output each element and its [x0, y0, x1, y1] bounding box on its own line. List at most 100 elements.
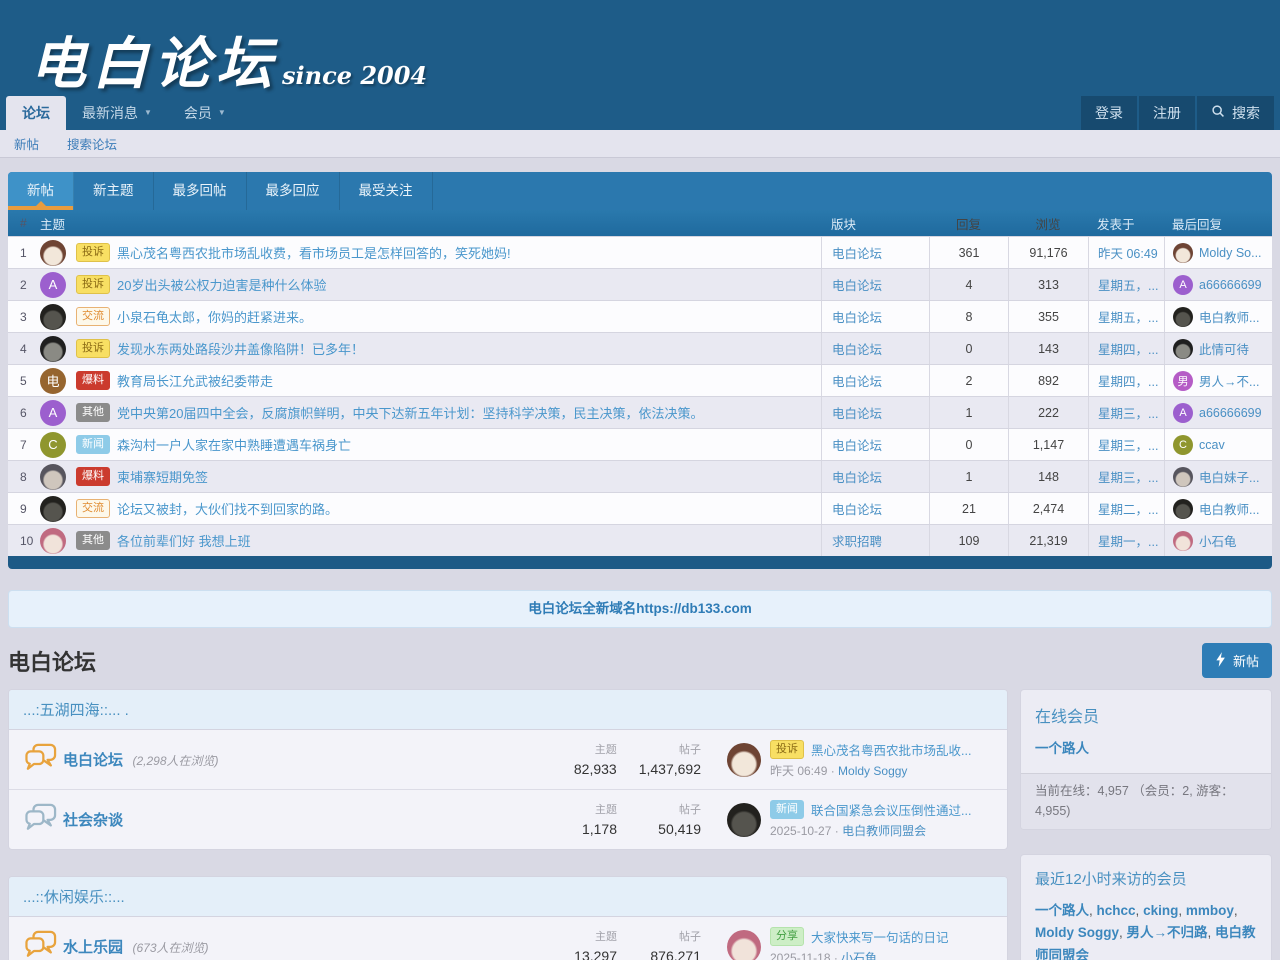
thread-title-link[interactable]: 论坛又被封，大伙们找不到回家的路。	[117, 499, 338, 518]
forum-last-post-title[interactable]: 大家快来写一句话的日记	[811, 927, 949, 946]
main-nav-item[interactable]: 会员▼	[168, 96, 242, 130]
forum-name-link[interactable]: 电白论坛	[63, 752, 123, 769]
thread-author-avatar[interactable]	[40, 464, 66, 490]
thread-forum-link[interactable]: 电白论坛	[832, 339, 882, 358]
last-reply-avatar[interactable]	[1173, 499, 1193, 519]
forum-name-link[interactable]: 水上乐园	[63, 939, 123, 956]
thread-tag[interactable]: 投诉	[76, 275, 110, 294]
last-reply-user-link[interactable]: ccav	[1199, 438, 1225, 452]
threads-tab[interactable]: 新主题	[74, 172, 154, 210]
thread-tag[interactable]: 其他	[76, 531, 110, 550]
thread-tag[interactable]: 爆料	[76, 467, 110, 486]
thread-forum-link[interactable]: 电白论坛	[832, 243, 882, 262]
thread-forum-link[interactable]: 求职招聘	[832, 531, 882, 550]
thread-author-avatar[interactable]	[40, 336, 66, 362]
threads-tab[interactable]: 最多回帖	[154, 172, 247, 210]
thread-title-link[interactable]: 20岁出头被公权力迫害是种什么体验	[117, 275, 326, 294]
forum-last-post-user[interactable]: 电白教师同盟会	[842, 824, 926, 838]
last-reply-user-link[interactable]: 小石龟	[1199, 531, 1237, 550]
threads-tab[interactable]: 最多回应	[247, 172, 340, 210]
site-logo[interactable]: 电白论坛	[30, 36, 278, 92]
last-reply-avatar[interactable]	[1173, 307, 1193, 327]
thread-tag[interactable]: 爆料	[76, 371, 110, 390]
forum-last-post-tag[interactable]: 分享	[770, 927, 804, 946]
member-link[interactable]: 男人→不归路	[1127, 925, 1208, 940]
main-nav-item[interactable]: 论坛	[6, 96, 66, 130]
thread-forum-link[interactable]: 电白论坛	[832, 275, 882, 294]
thread-title-link[interactable]: 党中央第20届四中全会，反腐旗帜鲜明，中央下达新五年计划：坚持科学决策，民主决策…	[117, 403, 703, 422]
member-link[interactable]: 一个路人	[1035, 903, 1089, 918]
last-reply-avatar[interactable]	[1173, 467, 1193, 487]
last-reply-user-link[interactable]: 男人→不...	[1199, 371, 1259, 390]
forum-last-post-tag[interactable]: 新闻	[770, 800, 804, 819]
member-link[interactable]: cking	[1143, 903, 1178, 918]
thread-forum-link[interactable]: 电白论坛	[832, 371, 882, 390]
last-reply-avatar[interactable]: C	[1173, 435, 1193, 455]
last-reply-avatar[interactable]	[1173, 243, 1193, 263]
thread-posted-link[interactable]: 星期二，...	[1098, 499, 1158, 518]
auth-button[interactable]: 登录	[1081, 96, 1137, 130]
thread-posted-link[interactable]: 星期四，...	[1098, 339, 1158, 358]
forum-last-post-tag[interactable]: 投诉	[770, 740, 804, 759]
member-link[interactable]: Moldy Soggy	[1035, 925, 1119, 940]
thread-title-link[interactable]: 小泉石龟太郎，你妈的赶紧进来。	[117, 307, 312, 326]
last-reply-user-link[interactable]: 电白教师...	[1199, 307, 1259, 326]
forum-last-post-title[interactable]: 黑心茂名粤西农批市场乱收...	[811, 740, 971, 759]
last-reply-avatar[interactable]: A	[1173, 275, 1193, 295]
thread-tag[interactable]: 交流	[76, 307, 110, 326]
subnav-link[interactable]: 搜索论坛	[67, 134, 117, 153]
new-post-button[interactable]: 新帖	[1202, 643, 1272, 678]
thread-author-avatar[interactable]: A	[40, 272, 66, 298]
last-reply-user-link[interactable]: a66666699	[1199, 406, 1262, 420]
last-reply-avatar[interactable]: A	[1173, 403, 1193, 423]
thread-forum-link[interactable]: 电白论坛	[832, 435, 882, 454]
thread-tag[interactable]: 投诉	[76, 339, 110, 358]
member-link[interactable]: 一个路人	[1035, 741, 1089, 756]
thread-posted-link[interactable]: 星期三，...	[1098, 403, 1158, 422]
thread-author-avatar[interactable]	[40, 240, 66, 266]
forum-last-post-title[interactable]: 联合国紧急会议压倒性通过...	[811, 800, 971, 819]
thread-forum-link[interactable]: 电白论坛	[832, 499, 882, 518]
thread-forum-link[interactable]: 电白论坛	[832, 307, 882, 326]
thread-title-link[interactable]: 黑心茂名粤西农批市场乱收费，看市场员工是怎样回答的，笑死她妈!	[117, 243, 511, 262]
auth-button[interactable]: 注册	[1139, 96, 1195, 130]
forum-last-post-avatar[interactable]	[727, 743, 761, 777]
search-button[interactable]: 搜索	[1197, 96, 1274, 130]
thread-author-avatar[interactable]	[40, 304, 66, 330]
thread-posted-link[interactable]: 星期四，...	[1098, 371, 1158, 390]
forum-last-post-avatar[interactable]	[727, 803, 761, 837]
thread-author-avatar[interactable]: C	[40, 432, 66, 458]
thread-posted-link[interactable]: 星期一，...	[1098, 531, 1158, 550]
thread-author-avatar[interactable]: A	[40, 400, 66, 426]
thread-tag[interactable]: 交流	[76, 499, 110, 518]
last-reply-avatar[interactable]: 男	[1173, 371, 1193, 391]
thread-title-link[interactable]: 教育局长江允武被纪委带走	[117, 371, 273, 390]
main-nav-item[interactable]: 最新消息▼	[66, 96, 168, 130]
member-link[interactable]: mmboy	[1186, 903, 1234, 918]
threads-tab[interactable]: 新帖	[8, 172, 74, 210]
thread-author-avatar[interactable]	[40, 528, 66, 554]
thread-posted-link[interactable]: 星期三，...	[1098, 435, 1158, 454]
last-reply-user-link[interactable]: 电白教师...	[1199, 499, 1259, 518]
member-link[interactable]: hchcc	[1097, 903, 1136, 918]
forum-last-post-avatar[interactable]	[727, 930, 761, 960]
threads-tab[interactable]: 最受关注	[340, 172, 433, 210]
forum-name-link[interactable]: 社会杂谈	[63, 812, 123, 829]
last-reply-user-link[interactable]: 电白妹子...	[1199, 467, 1259, 486]
forum-last-post-user[interactable]: 小石龟	[841, 951, 877, 960]
domain-banner-link[interactable]: 电白论坛全新域名https://db133.com	[528, 601, 752, 616]
last-reply-avatar[interactable]	[1173, 339, 1193, 359]
thread-tag[interactable]: 投诉	[76, 243, 110, 262]
forum-last-post-user[interactable]: Moldy Soggy	[838, 764, 907, 778]
thread-title-link[interactable]: 各位前辈们好 我想上班	[117, 531, 251, 550]
last-reply-avatar[interactable]	[1173, 531, 1193, 551]
last-reply-user-link[interactable]: Moldy So...	[1199, 246, 1262, 260]
last-reply-user-link[interactable]: a66666699	[1199, 278, 1262, 292]
thread-title-link[interactable]: 森沟村一户人家在家中熟睡遭遇车祸身亡	[117, 435, 351, 454]
thread-author-avatar[interactable]: 电	[40, 368, 66, 394]
thread-forum-link[interactable]: 电白论坛	[832, 467, 882, 486]
thread-posted-link[interactable]: 昨天 06:49	[1098, 243, 1158, 262]
thread-tag[interactable]: 其他	[76, 403, 110, 422]
thread-title-link[interactable]: 柬埔寨短期免签	[117, 467, 208, 486]
last-reply-user-link[interactable]: 此情可待	[1199, 339, 1249, 358]
